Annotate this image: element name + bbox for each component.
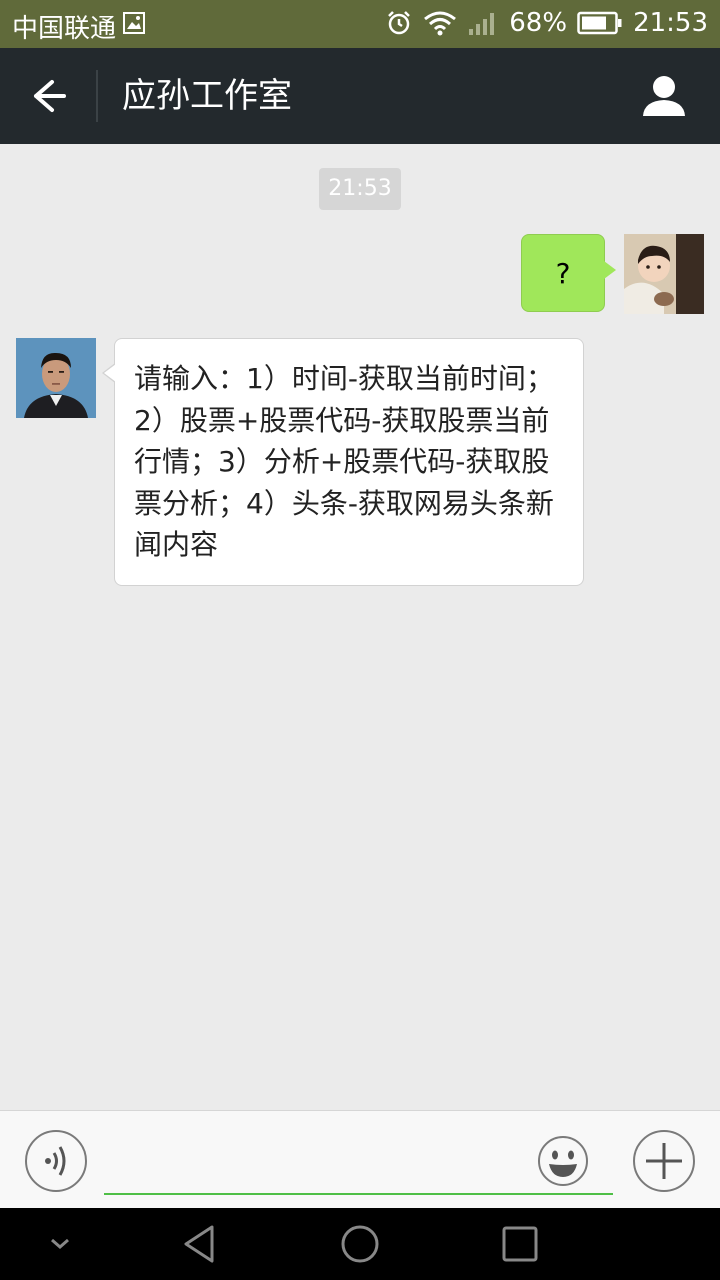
back-arrow-icon[interactable]	[22, 74, 70, 118]
voice-input-icon[interactable]	[24, 1129, 88, 1193]
alarm-icon	[385, 9, 413, 37]
nav-back-icon[interactable]	[178, 1222, 222, 1266]
system-navigation-bar	[0, 1208, 720, 1280]
message-timestamp: 21:53	[319, 168, 401, 210]
nav-home-icon[interactable]	[338, 1222, 382, 1266]
contact-avatar[interactable]	[16, 338, 96, 418]
battery-icon	[577, 10, 623, 36]
incoming-message-bubble[interactable]: 请输入：1）时间-获取当前时间；2）股票+股票代码-获取股票当前行情；3）分析+…	[102, 338, 584, 586]
outgoing-message-text: ?	[555, 256, 571, 290]
chat-title: 应孙工作室	[122, 76, 292, 116]
clock-time: 21:53	[633, 8, 708, 38]
chat-area[interactable]: 21:53 ? 请输入：1）时间-获取当前时间；2）股票+股票代码-获取股票当前…	[0, 144, 720, 1110]
nav-recents-icon[interactable]	[498, 1222, 542, 1266]
incoming-message-text: 请输入：1）时间-获取当前时间；2）股票+股票代码-获取股票当前行情；3）分析+…	[134, 362, 554, 561]
hide-keyboard-chevron-icon[interactable]	[38, 1222, 82, 1266]
signal-icon	[467, 9, 499, 37]
header-divider	[96, 70, 98, 122]
outgoing-message-bubble[interactable]: ?	[521, 234, 616, 312]
carrier-label: 中国联通	[12, 14, 117, 44]
chat-header: 应孙工作室	[0, 48, 720, 144]
status-bar: 中国联通 68% 21:53	[0, 0, 720, 48]
more-options-plus-icon[interactable]	[632, 1129, 696, 1193]
message-input-bar	[0, 1110, 720, 1208]
my-avatar[interactable]	[624, 234, 704, 314]
wifi-icon	[423, 9, 457, 37]
contact-profile-icon[interactable]	[638, 70, 690, 122]
emoji-icon[interactable]	[537, 1135, 589, 1187]
battery-percent: 68%	[509, 8, 568, 38]
image-notification-icon	[122, 11, 146, 42]
